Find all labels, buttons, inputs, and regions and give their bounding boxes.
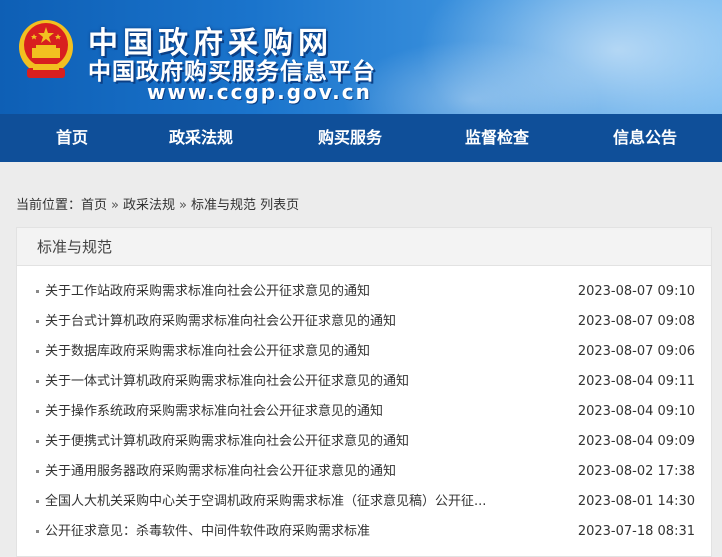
bullet-icon: [36, 530, 39, 533]
notice-date: 2023-08-07 09:10: [577, 284, 695, 299]
bullet-icon: [36, 290, 39, 293]
bullet-icon: [36, 410, 39, 413]
notice-title-link[interactable]: 关于便携式计算机政府采购需求标准向社会公开征求意见的通知: [45, 427, 409, 457]
notice-title-link[interactable]: 全国人大机关采购中心关于空调机政府采购需求标准（征求意见稿）公开征...: [45, 487, 486, 517]
list-item[interactable]: 关于工作站政府采购需求标准向社会公开征求意见的通知 2023-08-07 09:1…: [17, 277, 711, 307]
nav-item-home[interactable]: 首页: [56, 114, 88, 162]
notice-title-link[interactable]: 关于工作站政府采购需求标准向社会公开征求意见的通知: [45, 277, 370, 307]
notice-date: 2023-08-04 09:10: [577, 404, 695, 419]
notice-title-link[interactable]: 公开征求意见：杀毒软件、中间件软件政府采购需求标准: [45, 517, 370, 547]
notice-date: 2023-08-07 09:08: [577, 314, 695, 329]
notice-date: 2023-08-02 17:38: [577, 464, 695, 479]
nav-item-regulations[interactable]: 政采法规: [169, 114, 233, 162]
breadcrumb: 当前位置：首页» 政采法规» 标准与规范 列表页: [16, 194, 299, 213]
breadcrumb-separator: »: [179, 198, 187, 213]
breadcrumb-home-link[interactable]: 首页: [81, 198, 107, 213]
notice-title-link[interactable]: 关于操作系统政府采购需求标准向社会公开征求意见的通知: [45, 397, 383, 427]
breadcrumb-prefix: 当前位置：: [16, 198, 82, 213]
notice-title-link[interactable]: 关于台式计算机政府采购需求标准向社会公开征求意见的通知: [45, 307, 396, 337]
breadcrumb-current: 标准与规范 列表页: [190, 198, 300, 213]
notice-date: 2023-07-18 08:31: [577, 524, 695, 539]
list-item[interactable]: 全国人大机关采购中心关于空调机政府采购需求标准（征求意见稿）公开征... 2023…: [17, 487, 711, 517]
notice-title-link[interactable]: 关于通用服务器政府采购需求标准向社会公开征求意见的通知: [45, 457, 396, 487]
nav-item-supervision[interactable]: 监督检查: [465, 114, 529, 162]
standards-panel: 标准与规范 关于工作站政府采购需求标准向社会公开征求意见的通知 2023-08-0…: [16, 227, 712, 557]
breadcrumb-separator: »: [111, 198, 119, 213]
list-item[interactable]: 关于通用服务器政府采购需求标准向社会公开征求意见的通知 2023-08-02 17…: [17, 457, 711, 487]
notice-title-link[interactable]: 关于数据库政府采购需求标准向社会公开征求意见的通知: [45, 337, 370, 367]
bullet-icon: [36, 350, 39, 353]
nav-item-announcements[interactable]: 信息公告: [613, 114, 677, 162]
site-url: www.ccgp.gov.cn: [147, 80, 372, 104]
header-cloud-decoration: [342, 40, 602, 114]
nav-item-purchase-services[interactable]: 购买服务: [318, 114, 382, 162]
list-item[interactable]: 关于台式计算机政府采购需求标准向社会公开征求意见的通知 2023-08-07 09…: [17, 307, 711, 337]
list-item[interactable]: 关于便携式计算机政府采购需求标准向社会公开征求意见的通知 2023-08-04 0…: [17, 427, 711, 457]
bullet-icon: [36, 470, 39, 473]
notice-title-link[interactable]: 关于一体式计算机政府采购需求标准向社会公开征求意见的通知: [45, 367, 409, 397]
panel-title: 标准与规范: [17, 228, 711, 266]
notice-list: 关于工作站政府采购需求标准向社会公开征求意见的通知 2023-08-07 09:1…: [17, 266, 711, 547]
bullet-icon: [36, 320, 39, 323]
breadcrumb-regulations-link[interactable]: 政采法规: [123, 198, 175, 213]
national-emblem-icon: [19, 20, 73, 78]
list-item[interactable]: 关于操作系统政府采购需求标准向社会公开征求意见的通知 2023-08-04 09:…: [17, 397, 711, 427]
notice-date: 2023-08-01 14:30: [577, 494, 695, 509]
notice-date: 2023-08-04 09:11: [577, 374, 695, 389]
bullet-icon: [36, 380, 39, 383]
site-header: 中国政府采购网 中国政府购买服务信息平台 www.ccgp.gov.cn: [0, 0, 722, 114]
list-item[interactable]: 关于数据库政府采购需求标准向社会公开征求意见的通知 2023-08-07 09:0…: [17, 337, 711, 367]
bullet-icon: [36, 500, 39, 503]
notice-date: 2023-08-07 09:06: [577, 344, 695, 359]
bullet-icon: [36, 440, 39, 443]
list-item[interactable]: 关于一体式计算机政府采购需求标准向社会公开征求意见的通知 2023-08-04 0…: [17, 367, 711, 397]
notice-date: 2023-08-04 09:09: [577, 434, 695, 449]
list-item[interactable]: 公开征求意见：杀毒软件、中间件软件政府采购需求标准 2023-07-18 08:3…: [17, 517, 711, 547]
